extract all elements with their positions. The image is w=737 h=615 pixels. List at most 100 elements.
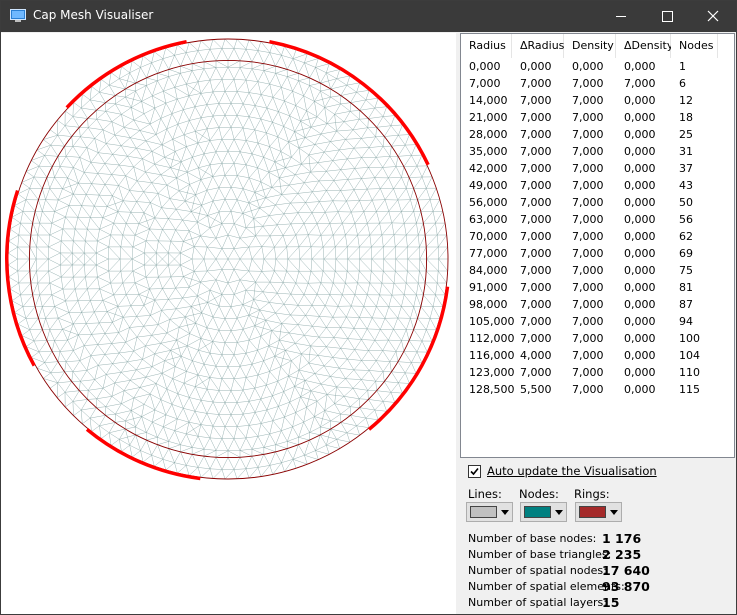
rings-color-dropdown[interactable] <box>575 502 622 522</box>
table-cell: 110 <box>679 366 700 379</box>
table-cell: 28,000 <box>469 128 508 141</box>
table-cell: 7,000 <box>572 196 604 209</box>
table-cell: 0,000 <box>624 383 656 396</box>
mesh-visualisation-canvas[interactable] <box>1 33 456 614</box>
app-monitor-icon <box>10 9 26 22</box>
table-cell: 7,000 <box>572 332 604 345</box>
radius-table[interactable]: Radius ΔRadius Density ΔDensity Nodes 0,000 0,… <box>460 33 735 458</box>
table-cell: 7,000 <box>572 383 604 396</box>
table-cell: 0,000 <box>624 332 656 345</box>
table-cell: 7,000 <box>624 77 656 90</box>
table-cell: 70,000 <box>469 230 508 243</box>
table-cell: 0,000 <box>624 128 656 141</box>
table-cell: 100 <box>679 332 700 345</box>
table-cell: 7,000 <box>520 315 552 328</box>
table-cell: 12 <box>679 94 693 107</box>
nodes-color-dropdown[interactable] <box>520 502 567 522</box>
table-cell: 98,000 <box>469 298 508 311</box>
table-cell: 7,000 <box>572 111 604 124</box>
table-cell: 0,000 <box>624 145 656 158</box>
table-cell: 7,000 <box>520 298 552 311</box>
table-cell: 81 <box>679 281 693 294</box>
table-cell: 7,000 <box>572 213 604 226</box>
table-cell: 0,000 <box>624 298 656 311</box>
stat-value-spatial-elements: 93 870 <box>602 579 650 594</box>
table-cell: 31 <box>679 145 693 158</box>
table-cell: 0,000 <box>624 162 656 175</box>
window-title: Cap Mesh Visualiser <box>33 8 154 22</box>
table-cell: 7,000 <box>572 315 604 328</box>
table-cell: 7,000 <box>520 196 552 209</box>
dropdown-arrow-icon <box>610 510 618 515</box>
table-cell: 7,000 <box>520 332 552 345</box>
table-cell: 50 <box>679 196 693 209</box>
table-cell: 7,000 <box>520 264 552 277</box>
table-cell: 7,000 <box>572 179 604 192</box>
table-cell: 7,000 <box>572 77 604 90</box>
table-cell: 1 <box>679 60 686 73</box>
table-cell: 7,000 <box>572 349 604 362</box>
close-button[interactable] <box>690 1 736 32</box>
column-header[interactable]: Radius <box>461 34 512 58</box>
table-cell: 0,000 <box>624 196 656 209</box>
stat-value-base-triangles: 2 235 <box>602 547 642 562</box>
table-cell: 105,000 <box>469 315 515 328</box>
table-cell: 7,000 <box>520 128 552 141</box>
table-cell: 7,000 <box>572 264 604 277</box>
table-cell: 0,000 <box>624 111 656 124</box>
table-cell: 0,000 <box>624 349 656 362</box>
table-cell: 0,000 <box>624 281 656 294</box>
stat-value-spatial-layers: 15 <box>602 595 620 610</box>
nodes-color-swatch <box>524 506 551 518</box>
table-cell: 0,000 <box>624 247 656 260</box>
lines-color-dropdown[interactable] <box>466 502 513 522</box>
table-cell: 37 <box>679 162 693 175</box>
table-cell: 7,000 <box>520 247 552 260</box>
table-cell: 43 <box>679 179 693 192</box>
table-cell: 25 <box>679 128 693 141</box>
close-icon <box>707 10 719 22</box>
table-cell: 0,000 <box>624 179 656 192</box>
table-cell: 75 <box>679 264 693 277</box>
table-cell: 7,000 <box>572 128 604 141</box>
rings-label: Rings: <box>574 487 610 501</box>
title-bar[interactable]: Cap Mesh Visualiser <box>1 1 736 32</box>
table-cell: 35,000 <box>469 145 508 158</box>
table-cell: 14,000 <box>469 94 508 107</box>
lines-color-swatch <box>470 506 497 518</box>
table-cell: 7,000 <box>572 162 604 175</box>
column-header[interactable]: Nodes <box>671 34 718 58</box>
table-cell: 0,000 <box>624 315 656 328</box>
table-cell: 7,000 <box>520 162 552 175</box>
lines-label: Lines: <box>468 487 502 501</box>
rings-color-swatch <box>579 506 606 518</box>
table-cell: 0,000 <box>624 213 656 226</box>
table-cell: 91,000 <box>469 281 508 294</box>
stat-label-base-nodes: Number of base nodes: <box>468 532 597 545</box>
column-header[interactable]: ΔDensity <box>616 34 673 58</box>
table-cell: 56,000 <box>469 196 508 209</box>
table-cell: 0,000 <box>624 264 656 277</box>
table-cell: 128,500 <box>469 383 515 396</box>
maximize-button[interactable] <box>644 1 690 32</box>
cap-mesh-window: Cap Mesh Visualiser Radius ΔRadius Density… <box>0 0 737 615</box>
table-cell: 84,000 <box>469 264 508 277</box>
table-cell: 104 <box>679 349 700 362</box>
checkmark-icon <box>470 467 479 476</box>
table-cell: 0,000 <box>624 60 656 73</box>
table-cell: 77,000 <box>469 247 508 260</box>
table-cell: 21,000 <box>469 111 508 124</box>
minimize-button[interactable] <box>598 1 644 32</box>
nodes-label: Nodes: <box>519 487 559 501</box>
dropdown-arrow-icon <box>555 510 563 515</box>
table-cell: 5,500 <box>520 383 552 396</box>
auto-update-checkbox[interactable] <box>468 465 481 478</box>
stat-value-base-nodes: 1 176 <box>602 531 642 546</box>
column-header[interactable]: ΔRadius <box>512 34 564 58</box>
table-cell: 0,000 <box>624 366 656 379</box>
auto-update-label[interactable]: Auto update the Visualisation <box>487 464 657 478</box>
table-cell: 7,000 <box>520 281 552 294</box>
table-cell: 116,000 <box>469 349 515 362</box>
column-header[interactable]: Density <box>564 34 616 58</box>
table-cell: 7,000 <box>520 94 552 107</box>
